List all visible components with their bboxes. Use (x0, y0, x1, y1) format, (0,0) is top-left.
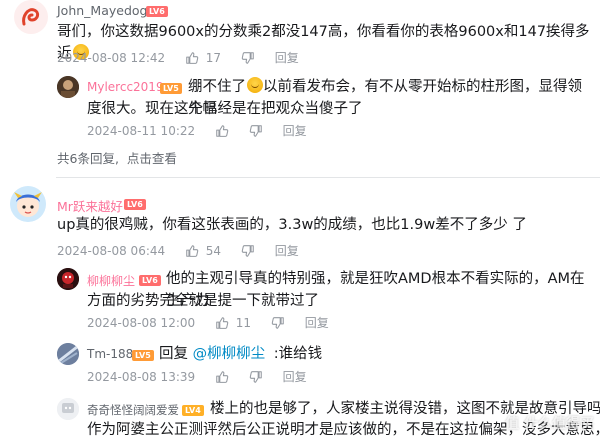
comment-username[interactable]: Mr跃来越好 (57, 196, 123, 215)
reply-button[interactable]: 回复 (305, 314, 329, 331)
level-badge: LV6 (146, 6, 168, 17)
level-badge: LV6 (124, 199, 146, 210)
comment-time: 2024-08-08 06:44 (57, 243, 166, 258)
reply-meta: 2024-08-11 10:22 回复 (87, 122, 307, 139)
reply-button[interactable]: 回复 (283, 368, 307, 385)
thumb-down-icon (241, 244, 254, 257)
like-button[interactable] (215, 369, 229, 384)
reply-button[interactable]: 回复 (283, 122, 307, 139)
reply-count-text: 共6条回复, (57, 151, 119, 166)
like-button[interactable] (215, 123, 229, 138)
like-button[interactable]: 11 (215, 315, 251, 330)
avatar[interactable] (14, 0, 48, 34)
like-button[interactable]: 54 (185, 243, 221, 258)
laugh-cry-emoji-icon (247, 77, 263, 93)
reply-text: 绷不住了 (188, 79, 246, 95)
reply-username[interactable]: 奇奇怪怪阔阔爱爱 (87, 402, 179, 418)
dislike-button[interactable] (249, 123, 263, 138)
reply-meta: 2024-08-08 12:00 11 回复 (87, 314, 329, 331)
reply-prefix: 回复 (159, 346, 188, 362)
reply-content-line2: 方面的劣势完全就是提一下就带过了 (87, 293, 319, 309)
like-button[interactable]: 17 (185, 50, 221, 65)
reply-time: 2024-08-11 10:22 (87, 123, 196, 138)
mention-link[interactable]: @柳柳柳尘 (193, 346, 266, 362)
dislike-button[interactable] (241, 243, 255, 258)
avatar[interactable] (57, 398, 79, 420)
thumb-down-icon (249, 124, 262, 137)
avatar[interactable] (10, 186, 46, 222)
comment-divider (56, 177, 600, 178)
avatar[interactable] (57, 343, 79, 365)
comment-content: up真的很鸡贼，你看这张表画的，3.3w的成绩，也比1.9w差不了多少 了 (57, 217, 527, 233)
reply-time: 2024-08-08 12:00 (87, 315, 196, 330)
reply-button[interactable]: 回复 (275, 49, 299, 66)
thumb-up-icon (216, 316, 229, 329)
level-badge: LV5 (160, 83, 182, 94)
level-badge: LV6 (139, 275, 161, 286)
avatar[interactable] (57, 268, 79, 290)
reply-username[interactable]: Tm-188 (87, 347, 133, 361)
thumb-down-icon (249, 370, 262, 383)
comment-meta: 2024-08-08 12:42 17 回复 (57, 49, 299, 66)
reply-button[interactable]: 回复 (275, 242, 299, 259)
avatar[interactable] (57, 76, 79, 98)
comment-username[interactable]: John_Mayedoge (57, 3, 155, 18)
view-more-link[interactable]: 点击查看 (127, 151, 177, 166)
thumb-down-icon (271, 316, 284, 329)
comment-meta: 2024-08-08 06:44 54 回复 (57, 242, 299, 259)
dislike-button[interactable] (241, 50, 255, 65)
reply-content: 回复 @柳柳柳尘 :谁给钱 (159, 343, 589, 365)
thumb-down-icon (241, 51, 254, 64)
thumb-up-icon (216, 370, 229, 383)
like-count: 11 (235, 315, 252, 330)
reply-text: :谁给钱 (273, 346, 323, 362)
watermark: 值 什么值得买 (505, 416, 594, 432)
dislike-button[interactable] (271, 315, 285, 330)
like-count: 17 (205, 50, 222, 65)
reply-username[interactable]: Mylercc2019 (87, 80, 164, 94)
more-replies: 共6条回复, 点击查看 (57, 148, 177, 167)
thumb-up-icon (186, 51, 199, 64)
level-badge: LV4 (182, 405, 204, 416)
thumb-up-icon (186, 244, 199, 257)
like-count: 54 (205, 243, 222, 258)
reply-meta: 2024-08-08 13:39 回复 (87, 368, 307, 385)
dislike-button[interactable] (249, 369, 263, 384)
reply-time: 2024-08-08 13:39 (87, 369, 196, 384)
reply-content-line2: 度很大。现在这个已经是在把观众当傻子了 (87, 101, 363, 117)
reply-username[interactable]: 柳柳柳尘 (87, 272, 135, 289)
comment-time: 2024-08-08 12:42 (57, 50, 166, 65)
thumb-up-icon (216, 124, 229, 137)
level-badge: LV5 (132, 350, 154, 361)
